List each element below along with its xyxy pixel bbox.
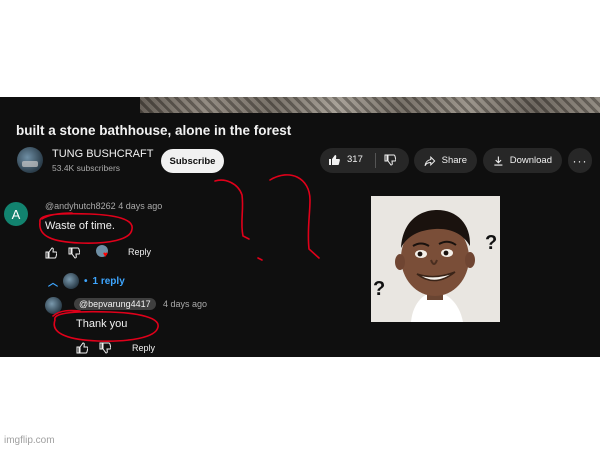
download-button[interactable]: Download [483, 148, 562, 173]
youtube-panel: built a stone bathhouse, alone in the fo… [0, 97, 600, 357]
like-dislike-group: 317 [320, 148, 409, 173]
comment-author[interactable]: @andyhutch8262 [45, 201, 116, 211]
share-icon [424, 155, 436, 166]
share-label: Share [441, 155, 467, 166]
reply-dislike-icon[interactable] [99, 342, 111, 354]
like-count: 317 [347, 154, 363, 165]
share-button[interactable]: Share [414, 148, 477, 173]
reply-time: 4 days ago [163, 299, 208, 309]
question-mark-right: ? [485, 232, 498, 254]
imgflip-watermark: imgflip.com [4, 435, 55, 446]
thumbs-up-icon[interactable] [328, 154, 340, 166]
channel-avatar[interactable] [17, 147, 43, 173]
reply-reply-button[interactable]: Reply [132, 343, 155, 353]
reply-like-icon[interactable] [76, 342, 88, 354]
comment-reply-button[interactable]: Reply [128, 247, 151, 257]
comment-dislike-icon[interactable] [68, 247, 80, 259]
reply-author-avatar[interactable] [45, 297, 62, 314]
channel-name[interactable]: TUNG BUSHCRAFT [52, 148, 153, 160]
thumbs-down-icon[interactable] [384, 154, 396, 166]
video-title: built a stone bathhouse, alone in the fo… [16, 123, 292, 138]
confused-face-meme-image: ? ? [371, 196, 500, 322]
like-divider [375, 153, 376, 168]
comment-author-line: @andyhutch8262 4 days ago [45, 201, 162, 211]
reply-author-mini-avatar [63, 273, 79, 289]
comment-time: 4 days ago [118, 201, 163, 211]
comment-like-icon[interactable] [45, 247, 57, 259]
video-thumbnail[interactable] [140, 97, 600, 113]
bullet-icon: • [84, 275, 88, 287]
download-icon [494, 156, 503, 166]
chevron-up-icon: ︿ [48, 277, 58, 289]
reply-author[interactable]: @bepvarung4417 [74, 298, 156, 310]
download-label: Download [509, 155, 552, 166]
heart-icon: ♥ [103, 250, 108, 259]
replies-count: 1 reply [92, 275, 125, 287]
question-mark-left: ? [373, 278, 386, 300]
view-replies-toggle[interactable]: ︿ • 1 reply [48, 273, 125, 289]
reply-text: Thank you [76, 318, 128, 330]
commenter-avatar[interactable]: A [4, 202, 28, 226]
more-options-button[interactable]: ··· [568, 148, 592, 173]
subscribe-button[interactable]: Subscribe [161, 149, 224, 173]
meme-illustration [371, 196, 500, 322]
comment-text: Waste of time. [45, 220, 115, 232]
subscriber-count: 53.4K subscribers [52, 163, 121, 173]
